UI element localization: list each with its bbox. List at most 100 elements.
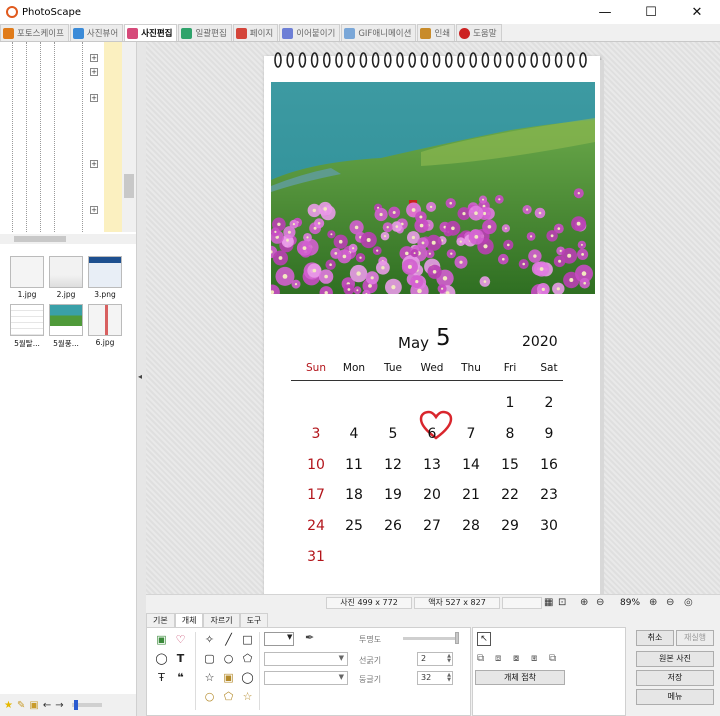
tab-basic[interactable]: 기본 — [146, 613, 175, 627]
bring-front-icon[interactable]: ⧈ — [495, 653, 501, 664]
text-icon[interactable]: T — [174, 652, 187, 665]
tree-expand-icon[interactable]: + — [90, 54, 98, 62]
line-style-combo[interactable]: ▼ — [264, 652, 348, 666]
menu-button[interactable]: 메뉴 — [636, 689, 714, 705]
undo-button[interactable]: 취소 — [636, 630, 674, 646]
save-button[interactable]: 저장 — [636, 670, 714, 686]
tree-expand-icon[interactable]: + — [90, 68, 98, 76]
slider-knob[interactable] — [73, 700, 78, 710]
duplicate-icon[interactable]: ⧉ — [549, 653, 556, 664]
tab-tools[interactable]: 도구 — [239, 613, 269, 627]
attach-objects-button[interactable]: 개체 접착 — [475, 670, 565, 685]
filled-rect-icon[interactable]: ▣ — [222, 671, 235, 684]
fit-icon[interactable]: ⊡ — [558, 597, 566, 608]
navigator-icon[interactable]: ◎ — [684, 597, 693, 608]
tab-photoscape[interactable]: 포토스케이프 — [0, 24, 69, 41]
spiral-ring — [371, 52, 380, 68]
opacity-slider-knob[interactable] — [455, 632, 459, 644]
flower-center — [366, 238, 371, 242]
weekday-label: Fri — [503, 362, 517, 374]
tree-guide — [40, 42, 41, 232]
page-icon — [235, 27, 247, 39]
weekday-label: Wed — [420, 362, 444, 374]
send-back-icon[interactable]: ⧇ — [513, 653, 519, 664]
calendar-date: 23 — [540, 487, 558, 504]
thumbnail-item[interactable]: 1.jpg — [8, 256, 46, 302]
star-icon[interactable]: ★ — [4, 700, 13, 711]
fill-style-combo[interactable]: ▼ — [264, 671, 348, 685]
folder-star-icon[interactable]: ✎ — [17, 700, 25, 711]
checker-icon[interactable]: ▦ — [544, 597, 553, 608]
zoom-out-icon[interactable]: ⊖ — [666, 597, 674, 608]
thumbnail-item[interactable]: 5월탈... — [8, 304, 46, 350]
original-photo-button[interactable]: 원본 사진 — [636, 651, 714, 667]
dropdown-arrow-icon[interactable]: ▼ — [287, 633, 292, 641]
close-button[interactable]: ✕ — [674, 0, 720, 24]
actual-size-icon[interactable]: ⊕ — [580, 597, 588, 608]
tab-crop[interactable]: 자르기 — [203, 613, 240, 627]
opacity-slider[interactable] — [403, 637, 459, 640]
status-empty-box — [502, 597, 542, 609]
group-icon[interactable]: ⧉ — [477, 653, 484, 664]
editor-canvas[interactable]: May 5 2020 Sun Mon Tue Wed Thu Fri Sat 1234567… — [146, 42, 720, 624]
flower-center — [413, 252, 416, 255]
line-width-stepper[interactable]: 2 ▲ ▼ — [417, 652, 453, 666]
folder-tree[interactable]: + + + + + — [0, 42, 136, 232]
tree-scroll-thumb[interactable] — [124, 174, 134, 198]
tab-combine[interactable]: 이어붙이기 — [279, 24, 341, 41]
tree-expand-icon[interactable]: + — [90, 206, 98, 214]
tab-viewer[interactable]: 사진뷰어 — [69, 24, 124, 41]
magic-wand-icon[interactable]: ✧ — [203, 633, 216, 646]
select-cursor-icon[interactable]: ↖ — [477, 632, 491, 646]
filled-pentagon-icon[interactable]: ⬠ — [222, 690, 235, 703]
tab-help[interactable]: 도움말 — [456, 24, 502, 41]
thumbnail-item[interactable]: 5월풍... — [47, 304, 85, 350]
align-icon[interactable]: ⧆ — [531, 653, 537, 664]
tab-gif[interactable]: GIF애니메이션 — [341, 24, 417, 41]
tab-batch[interactable]: 일괄편집 — [178, 24, 232, 41]
thumbnail-size-slider[interactable] — [71, 700, 102, 710]
spinner-arrows-icon[interactable]: ▲ ▼ — [447, 673, 451, 683]
redo-button[interactable]: 재실행 — [676, 630, 714, 646]
thumbnail-item[interactable]: 2.jpg — [47, 256, 85, 302]
zoom-in-icon[interactable]: ⊕ — [649, 597, 657, 608]
tab-page[interactable]: 페이지 — [232, 24, 279, 41]
quote-icon[interactable]: ❝ — [174, 671, 187, 684]
filled-ellipse-icon[interactable]: ○ — [203, 690, 216, 703]
tab-editor[interactable]: 사진편집 — [124, 24, 178, 41]
eyedropper-icon[interactable]: ✒ — [305, 631, 314, 644]
tree-vertical-scrollbar[interactable] — [122, 42, 136, 232]
tab-object[interactable]: 개체 — [174, 613, 204, 627]
calendar-date: 2 — [544, 395, 554, 411]
rectangle-icon[interactable]: □ — [241, 633, 254, 646]
pentagon-icon[interactable]: ⬠ — [241, 652, 254, 665]
image-insert-icon[interactable]: ▣ — [155, 633, 168, 646]
line-icon[interactable]: ╱ — [222, 633, 235, 646]
filled-star-icon[interactable]: ☆ — [241, 690, 254, 703]
forward-arrow-icon[interactable]: → — [55, 700, 63, 711]
zoom-fit-icon[interactable]: ⊖ — [596, 597, 604, 608]
filled-circle-icon[interactable]: ◯ — [241, 671, 254, 684]
speech-bubble-icon[interactable]: ◯ — [155, 652, 168, 665]
roundness-stepper[interactable]: 32 ▲ ▼ — [417, 671, 453, 685]
back-arrow-icon[interactable]: ← — [43, 700, 51, 711]
minimize-button[interactable]: — — [582, 0, 628, 24]
thumbnail-item[interactable]: 3.png — [86, 256, 124, 302]
spinner-arrows-icon[interactable]: ▲ ▼ — [447, 654, 451, 664]
flower-center — [421, 241, 425, 245]
tree-expand-icon[interactable]: + — [90, 94, 98, 102]
folder-icon[interactable]: ▣ — [29, 700, 38, 711]
text-box-icon[interactable]: Ŧ — [155, 671, 168, 684]
calendar-page[interactable]: May 5 2020 Sun Mon Tue Wed Thu Fri Sat 1234567… — [264, 52, 600, 624]
tree-expand-icon[interactable]: + — [90, 160, 98, 168]
maximize-button[interactable]: ☐ — [628, 0, 674, 24]
flower-center — [577, 192, 580, 195]
thumbnail-item[interactable]: 6.jpg — [86, 304, 124, 350]
tree-hscroll-thumb[interactable] — [14, 236, 66, 242]
tab-print[interactable]: 인쇄 — [417, 24, 456, 41]
collapse-arrow-icon[interactable]: ◂ — [138, 372, 142, 381]
ellipse-icon[interactable]: ○ — [222, 652, 235, 665]
rounded-rect-icon[interactable]: ▢ — [203, 652, 216, 665]
icon-insert-icon[interactable]: ♡ — [174, 633, 187, 646]
star-shape-icon[interactable]: ☆ — [203, 671, 216, 684]
